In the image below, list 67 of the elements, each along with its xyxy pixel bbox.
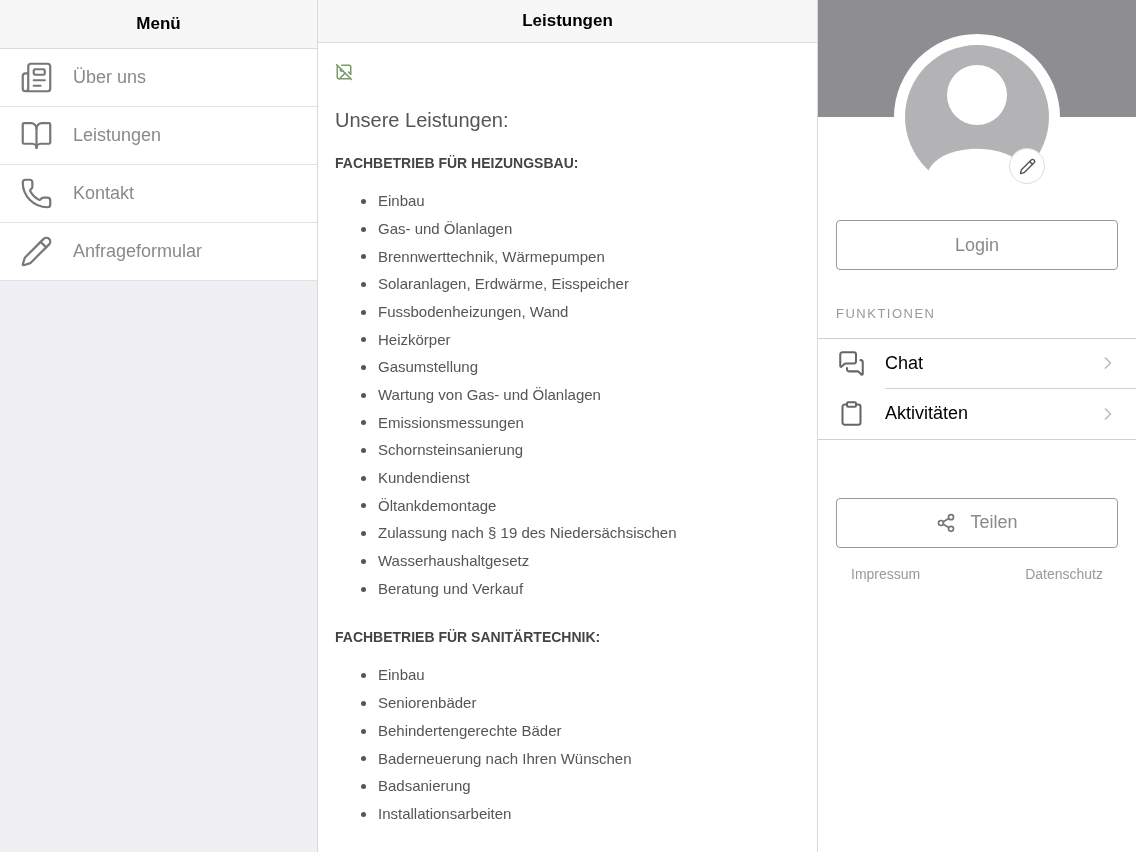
bullet-icon bbox=[361, 811, 366, 817]
list-item: Badsanierung bbox=[378, 776, 471, 797]
list-item: Zulassung nach § 19 des Niedersächsischen bbox=[378, 523, 677, 544]
bullet-icon bbox=[361, 254, 366, 260]
list-item: Kundendienst bbox=[378, 468, 470, 489]
section-heading: FACHBETRIEB FÜR SANITÄRTECHNIK: bbox=[335, 627, 602, 647]
menu-item[interactable]: Anfrageformular bbox=[0, 223, 317, 281]
list-item: Einbau bbox=[378, 191, 425, 212]
bullet-icon bbox=[361, 309, 366, 315]
bullet-icon bbox=[361, 198, 366, 204]
list-item: Öltankdemontage bbox=[378, 495, 497, 516]
bullet-icon bbox=[361, 503, 366, 509]
function-icon bbox=[838, 350, 865, 377]
menu-item[interactable]: Leistungen bbox=[0, 107, 317, 165]
bullet-icon bbox=[361, 700, 366, 706]
bullet-icon bbox=[361, 337, 366, 343]
footer-link[interactable]: Datenschutz bbox=[1025, 563, 1103, 585]
bullet-icon bbox=[361, 673, 366, 679]
bullet-icon bbox=[361, 783, 366, 789]
list-item: Seniorenbäder bbox=[378, 693, 477, 714]
share-icon bbox=[936, 512, 957, 533]
function-item[interactable]: Chat bbox=[818, 338, 1136, 389]
menu-item-icon bbox=[20, 61, 53, 94]
bullet-icon bbox=[361, 281, 366, 287]
list-item: Behindertengerechte Bäder bbox=[378, 720, 562, 741]
list-item: Beratung und Verkauf bbox=[378, 578, 524, 599]
list-item: Fussbodenheizungen, Wand bbox=[378, 301, 569, 322]
bullet-icon bbox=[361, 531, 366, 537]
login-button[interactable]: Login bbox=[836, 220, 1118, 270]
panel-title: Menü bbox=[136, 13, 181, 36]
list-item: Schornsteinsanierung bbox=[378, 440, 524, 461]
section-heading: FACHBETRIEB FÜR HEIZUNGSBAU: bbox=[335, 153, 580, 173]
list-item: Baderneuerung nach Ihren Wünschen bbox=[378, 748, 632, 769]
list-item: Solaranlagen, Erdwärme, Eisspeicher bbox=[378, 274, 629, 295]
list-item: Heizkörper bbox=[378, 329, 451, 350]
list-item: Installationsarbeiten bbox=[378, 803, 512, 824]
function-icon bbox=[838, 400, 865, 427]
menu-item[interactable]: Kontakt bbox=[0, 165, 317, 223]
list-item: Wartung von Gas- und Ölanlagen bbox=[378, 384, 601, 405]
share-button[interactable]: Teilen bbox=[836, 497, 1118, 548]
menu-item[interactable]: Über uns bbox=[0, 49, 317, 107]
bullet-icon bbox=[361, 558, 366, 564]
menu-item-icon bbox=[20, 119, 53, 152]
list-item: Gasumstellung bbox=[378, 357, 479, 378]
section-label: FUNKTIONEN bbox=[835, 305, 937, 323]
bullet-icon bbox=[361, 728, 366, 734]
bullet-icon bbox=[361, 392, 366, 398]
bullet-icon bbox=[361, 756, 366, 762]
menu-item-icon bbox=[20, 177, 53, 210]
bullet-icon bbox=[361, 226, 366, 232]
content-heading: Unsere Leistungen: bbox=[335, 107, 510, 133]
pencil-icon bbox=[1018, 157, 1036, 175]
list-item: Gas- und Ölanlagen bbox=[378, 218, 513, 239]
bullet-icon bbox=[361, 365, 366, 371]
bullet-icon bbox=[361, 475, 366, 481]
list-item: Wasserhaushaltgesetz bbox=[378, 551, 530, 572]
menu-item-icon bbox=[20, 235, 53, 268]
list-item: Einbau bbox=[378, 665, 425, 686]
panel-title: Leistungen bbox=[522, 10, 613, 33]
list-item: Brennwerttechnik, Wärmepumpen bbox=[378, 246, 605, 267]
function-item[interactable]: Aktivitäten bbox=[818, 388, 1136, 439]
bullet-icon bbox=[361, 420, 366, 426]
list-item: Emissionsmessungen bbox=[378, 412, 524, 433]
bullet-icon bbox=[361, 448, 366, 454]
broken-image-icon bbox=[335, 62, 353, 81]
bullet-icon bbox=[361, 586, 366, 592]
footer-link[interactable]: Impressum bbox=[851, 563, 921, 585]
